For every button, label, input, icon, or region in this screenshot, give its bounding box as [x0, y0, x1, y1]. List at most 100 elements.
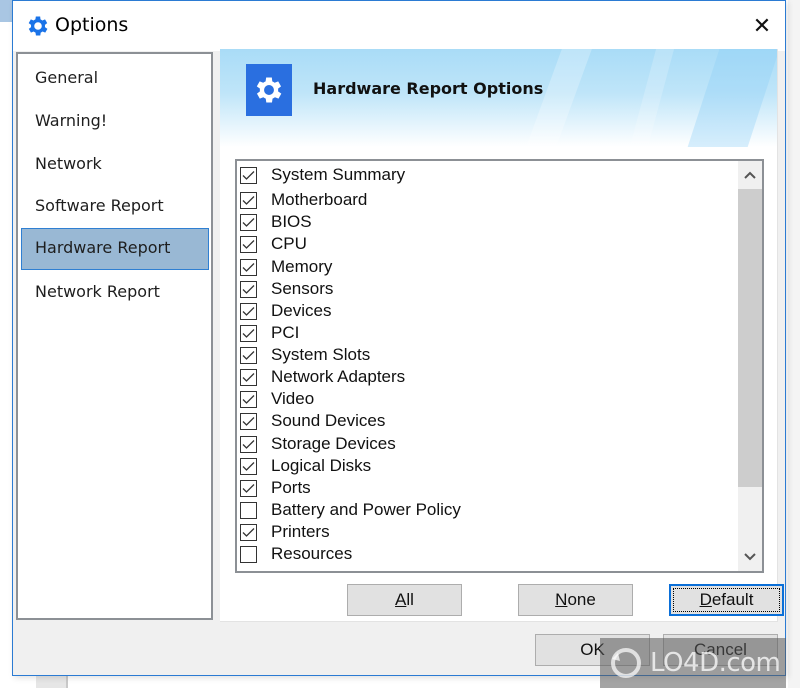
checkbox-checked[interactable] — [240, 258, 257, 276]
checklist-item-label: Ports — [271, 478, 311, 497]
checklist-item-label: Devices — [271, 301, 332, 320]
checklist-item[interactable]: CPU — [240, 233, 307, 255]
checkmark-icon — [242, 350, 255, 360]
sidebar-item-network-report[interactable]: Network Report — [21, 272, 209, 312]
close-button[interactable]: ✕ — [739, 1, 785, 51]
checklist-item-label: Storage Devices — [271, 434, 396, 453]
checklist-item-label: Video — [271, 389, 315, 408]
checkbox-checked[interactable] — [240, 213, 257, 231]
checklist-item-label: Memory — [271, 257, 333, 276]
checklist-item[interactable]: Video — [240, 388, 314, 410]
checklist-item[interactable]: Sound Devices — [240, 410, 385, 432]
checklist-item-label: Motherboard — [271, 190, 368, 209]
checklist-item[interactable]: PCI — [240, 322, 299, 344]
header-gear-icon — [246, 64, 292, 116]
checklist-item[interactable]: BIOS — [240, 211, 312, 233]
banner-decoration — [514, 49, 596, 147]
checkmark-icon — [242, 284, 255, 294]
vertical-scrollbar[interactable] — [738, 161, 762, 571]
checklist-item-label: Resources — [271, 544, 353, 563]
scroll-down-button[interactable] — [738, 543, 762, 571]
select-none-button[interactable]: None — [518, 584, 633, 616]
mnemonic: N — [555, 590, 568, 609]
chevron-up-icon — [744, 171, 756, 179]
checkbox-checked[interactable] — [240, 324, 257, 342]
watermark-logo-icon — [611, 648, 641, 678]
checklist-item[interactable]: Resources — [240, 543, 352, 565]
checkmark-icon — [242, 217, 255, 227]
checkmark-icon — [242, 483, 255, 493]
mnemonic: A — [395, 590, 407, 609]
checkbox-checked[interactable] — [240, 191, 257, 209]
checkbox-checked[interactable] — [240, 235, 257, 253]
banner-decoration — [677, 49, 777, 147]
checklist-item[interactable]: Storage Devices — [240, 433, 396, 455]
default-button[interactable]: Default — [669, 584, 784, 616]
checkmark-icon — [242, 328, 255, 338]
scroll-up-button[interactable] — [738, 161, 762, 189]
checklist-item-label: Network Adapters — [271, 367, 406, 386]
title-bar[interactable]: Options ✕ — [13, 1, 785, 51]
checkbox-checked[interactable] — [240, 457, 257, 475]
scroll-thumb[interactable] — [738, 189, 762, 487]
sidebar-item-software-report[interactable]: Software Report — [21, 186, 209, 226]
checklist-item[interactable]: Logical Disks — [240, 455, 371, 477]
checkmark-icon — [242, 262, 255, 272]
checkbox-checked[interactable] — [240, 435, 257, 453]
checklist-item[interactable]: Memory — [240, 256, 332, 278]
checkbox-checked[interactable] — [240, 280, 257, 298]
checkbox-unchecked[interactable] — [240, 545, 257, 563]
checklist-item-label: Sound Devices — [271, 411, 386, 430]
section-title: Hardware Report Options — [313, 79, 544, 98]
checklist-item-label: CPU — [271, 234, 307, 253]
watermark-text: LO4D.com — [650, 648, 781, 678]
checklist-item[interactable]: Sensors — [240, 278, 333, 300]
checkmark-icon — [242, 527, 255, 537]
checklist-item[interactable]: Devices — [240, 300, 331, 322]
options-panel: Hardware Report Options Resources Printer… — [220, 49, 784, 622]
checklist-item[interactable]: Battery and Power Policy — [240, 499, 461, 521]
checkmark-icon — [242, 306, 255, 316]
sidebar-item-general[interactable]: General — [21, 58, 209, 98]
checklist-item-label: System Slots — [271, 345, 371, 364]
checklist-item[interactable]: Motherboard — [240, 189, 367, 211]
banner-decoration — [621, 49, 677, 147]
hardware-report-checklist: Resources Printers Battery and Power Polic… — [235, 159, 764, 573]
checklist-item-label: BIOS — [271, 212, 312, 231]
checkbox-checked[interactable] — [240, 346, 257, 364]
checkmark-icon — [242, 170, 255, 180]
checkbox-checked[interactable] — [240, 390, 257, 408]
options-dialog: Options ✕ General Warning! Network Softw… — [12, 0, 786, 676]
checkmark-icon — [242, 416, 255, 426]
checklist-item[interactable]: Ports — [240, 477, 311, 499]
checklist-item-label: Battery and Power Policy — [271, 500, 461, 519]
checklist-item[interactable]: Printers — [240, 521, 330, 543]
background-window-edge — [788, 0, 800, 688]
checklist-item-label: Sensors — [271, 279, 334, 298]
header-banner: Hardware Report Options — [220, 49, 777, 147]
checklist-item[interactable]: System Slots — [240, 344, 370, 366]
window-title: Options — [55, 14, 129, 36]
checklist-item[interactable]: System Summary — [240, 164, 405, 186]
checklist-item[interactable]: Network Adapters — [240, 366, 405, 388]
checkbox-checked[interactable] — [240, 166, 257, 184]
checkmark-icon — [242, 239, 255, 249]
checklist-item-label: Logical Disks — [271, 456, 372, 475]
background-window-edge — [36, 676, 68, 688]
checkmark-icon — [242, 461, 255, 471]
checkbox-checked[interactable] — [240, 412, 257, 430]
watermark: LO4D.com — [600, 638, 786, 688]
button-label: one — [567, 590, 596, 609]
checkbox-checked[interactable] — [240, 368, 257, 386]
sidebar-item-warning[interactable]: Warning! — [21, 101, 209, 141]
checkbox-checked[interactable] — [240, 302, 257, 320]
checkbox-checked[interactable] — [240, 479, 257, 497]
chevron-down-icon — [744, 553, 756, 561]
select-all-button[interactable]: All — [347, 584, 462, 616]
sidebar-item-hardware-report[interactable]: Hardware Report — [21, 228, 209, 270]
checkbox-unchecked[interactable] — [240, 501, 257, 519]
checkbox-checked[interactable] — [240, 523, 257, 541]
sidebar-item-network[interactable]: Network — [21, 144, 209, 184]
checklist-item-label: System Summary — [271, 165, 406, 184]
checklist-item-label: Printers — [271, 522, 330, 541]
